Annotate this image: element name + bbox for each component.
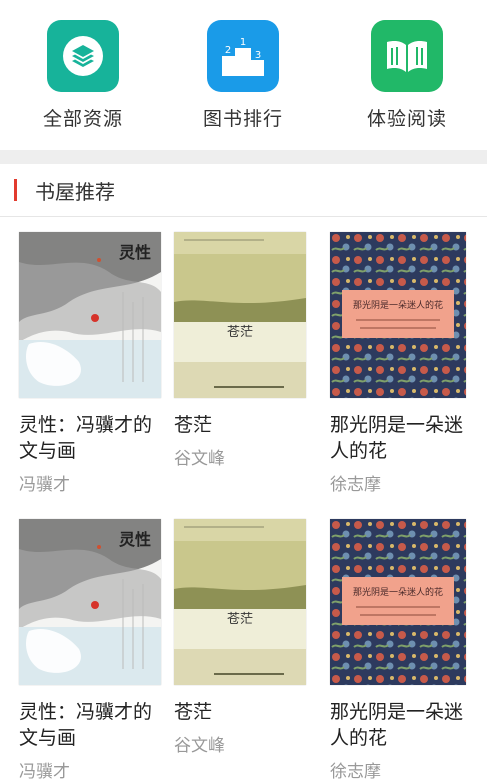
nav-label: 全部资源 xyxy=(42,108,123,130)
book-cover[interactable]: 那光阴是一朵迷人的花 xyxy=(330,232,466,398)
book-cover[interactable]: 苍茫 xyxy=(174,232,306,398)
book-author: 冯骥才 xyxy=(19,475,70,495)
book-cover[interactable]: 苍茫 xyxy=(174,519,306,685)
quick-nav: 全部资源 1 2 3 图书排行 体验阅读 xyxy=(0,0,487,150)
layers-icon xyxy=(47,20,119,92)
svg-text:1: 1 xyxy=(240,37,246,48)
section-accent-bar xyxy=(14,179,17,201)
book-title[interactable]: 那光阴是一朵迷人的花 xyxy=(330,699,480,751)
book-cover[interactable]: 灵性 xyxy=(19,519,161,685)
nav-book-ranking[interactable]: 1 2 3 图书排行 xyxy=(173,20,313,131)
book-author: 徐志摩 xyxy=(330,762,381,782)
book-card[interactable]: 苍茫 苍茫 谷文峰 xyxy=(174,232,324,469)
book-author: 徐志摩 xyxy=(330,475,381,495)
nav-trial-reading[interactable]: 体验阅读 xyxy=(337,20,477,131)
book-title[interactable]: 苍茫 xyxy=(174,412,324,438)
section-header: 书屋推荐 xyxy=(0,164,487,217)
nav-label: 图书排行 xyxy=(202,108,283,130)
cover-title: 那光阴是一朵迷人的花 xyxy=(353,586,443,598)
book-title[interactable]: 那光阴是一朵迷人的花 xyxy=(330,412,480,464)
book-card[interactable]: 灵性 灵性：冯骥才的文与画 冯骥才 xyxy=(19,519,169,782)
cover-title: 苍茫 xyxy=(227,325,253,340)
book-card[interactable]: 灵性 灵性：冯骥才的文与画 冯骥才 xyxy=(19,232,169,495)
book-card[interactable]: 苍茫 苍茫 谷文峰 xyxy=(174,519,324,756)
podium-icon: 1 2 3 xyxy=(207,20,279,92)
book-cover[interactable]: 那光阴是一朵迷人的花 xyxy=(330,519,466,685)
book-cover[interactable]: 灵性 xyxy=(19,232,161,398)
nav-label: 体验阅读 xyxy=(366,108,447,130)
book-card[interactable]: 那光阴是一朵迷人的花 那光阴是一朵迷人的花 徐志摩 xyxy=(330,232,480,495)
cover-title: 苍茫 xyxy=(227,612,253,627)
section-divider xyxy=(0,150,487,164)
book-title[interactable]: 灵性：冯骥才的文与画 xyxy=(19,699,169,751)
book-title[interactable]: 灵性：冯骥才的文与画 xyxy=(19,412,169,464)
book-author: 谷文峰 xyxy=(174,736,225,756)
book-title[interactable]: 苍茫 xyxy=(174,699,324,725)
book-author: 冯骥才 xyxy=(19,762,70,782)
cover-title: 灵性 xyxy=(119,530,151,549)
svg-text:2: 2 xyxy=(225,45,231,56)
book-card[interactable]: 那光阴是一朵迷人的花 那光阴是一朵迷人的花 徐志摩 xyxy=(330,519,480,782)
cover-title: 灵性 xyxy=(119,243,151,262)
section-title: 书屋推荐 xyxy=(35,179,115,204)
svg-text:3: 3 xyxy=(255,50,261,61)
cover-title: 那光阴是一朵迷人的花 xyxy=(353,299,443,311)
nav-all-resources[interactable]: 全部资源 xyxy=(13,20,153,131)
open-book-icon xyxy=(371,20,443,92)
book-author: 谷文峰 xyxy=(174,449,225,469)
